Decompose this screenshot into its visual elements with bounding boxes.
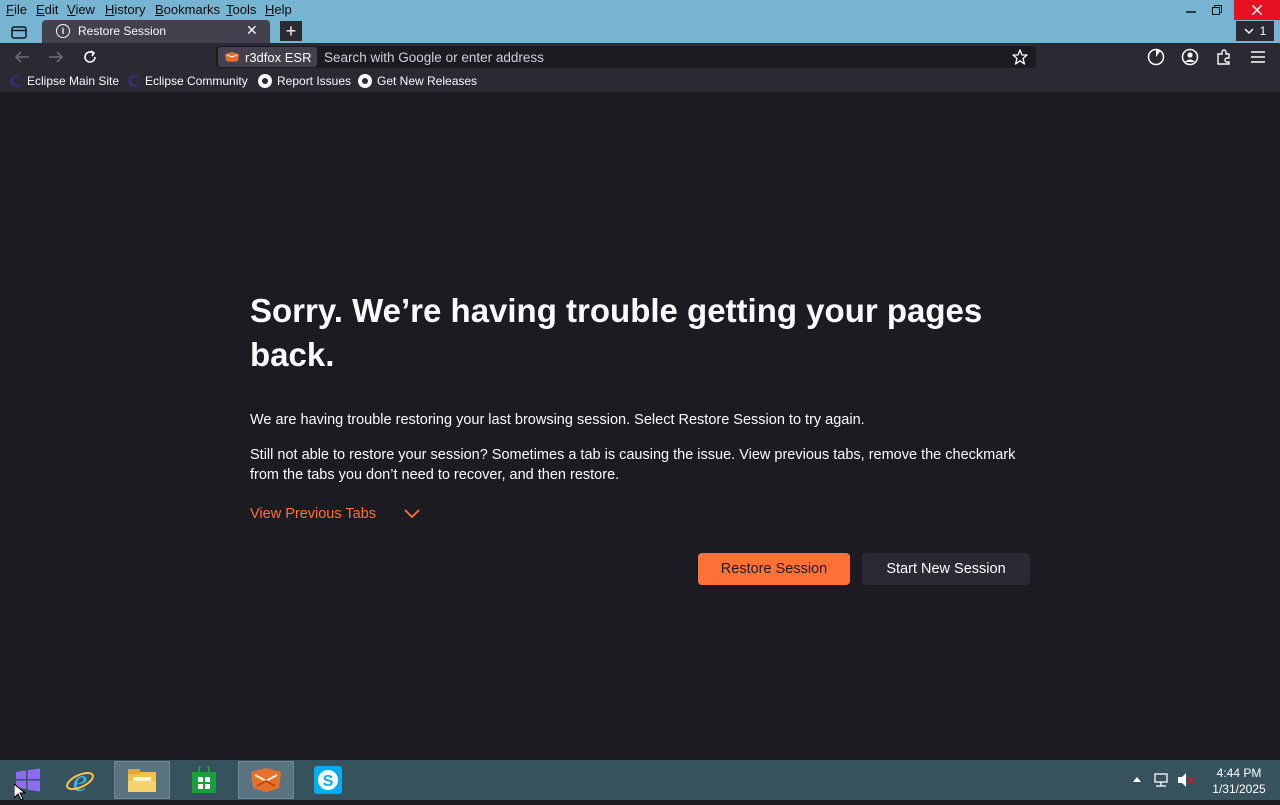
page-title: Sorry. We’re having trouble getting your… [250,292,983,373]
menu-file[interactable]: File [6,2,27,17]
chevron-down-icon [1244,27,1254,34]
back-arrow-icon [14,51,29,63]
mouse-cursor [13,782,27,805]
view-previous-tabs-toggle[interactable]: View Previous Tabs [250,506,420,522]
page-content: Sorry. We’re having trouble getting your… [0,92,1280,760]
skype-icon: S [314,766,342,794]
minimize-icon [1186,11,1196,13]
restore-button[interactable] [1200,0,1234,20]
r3dfox-icon [251,768,281,792]
chevron-up-icon [1133,777,1141,782]
menu-bookmarks[interactable]: Bookmarks [155,2,220,17]
timer-icon [1147,48,1165,66]
volume-muted-icon [1178,773,1194,787]
tab-overview-icon [11,26,27,39]
taskbar-store[interactable] [176,761,232,799]
volume-tray-button[interactable] [1176,772,1196,788]
reload-icon [84,50,96,63]
close-icon [1252,5,1262,15]
restore-help-text: Still not able to restore your session? … [250,447,1016,483]
url-bar: r3dfox ESR [216,46,1036,68]
reload-button[interactable] [74,43,106,71]
list-all-tabs-button[interactable]: 1 [1236,21,1274,41]
bookmark-label: Eclipse Main Site [27,74,120,88]
svg-text:S: S [323,773,334,790]
identity-box[interactable]: r3dfox ESR [218,47,318,67]
forward-arrow-icon [49,51,64,63]
taskbar-skype[interactable]: S [300,761,356,799]
bookmark-label: Report Issues [277,74,352,88]
extensions-button[interactable] [1208,43,1240,71]
restore-icon [1212,5,1222,15]
cursor-icon [13,782,27,801]
taskbar-file-explorer[interactable] [114,761,170,799]
identity-label: r3dfox ESR [245,49,312,65]
view-previous-tabs-label: View Previous Tabs [250,506,377,522]
back-button[interactable] [6,43,38,71]
menu-history[interactable]: History [105,2,145,17]
bookmark-eclipse-community[interactable]: Eclipse Community [128,74,248,88]
info-icon: i [56,24,70,38]
puzzle-icon [1217,49,1230,65]
network-icon [1154,773,1168,787]
taskbar-r3dfox[interactable] [238,761,294,799]
bookmark-eclipse-main-site[interactable]: Eclipse Main Site [10,74,119,88]
tab-title: Restore Session [78,24,167,38]
tab-count: 1 [1259,24,1267,38]
taskbar-clock[interactable]: 4:44 PM 1/31/2025 [1206,765,1272,797]
new-tab-button[interactable]: + [280,21,302,41]
internet-explorer-icon: e [66,765,94,795]
clock-date: 1/31/2025 [1212,782,1266,796]
start-button[interactable] [0,761,56,799]
menu-help[interactable]: Help [265,2,292,17]
clock-time: 4:44 PM [1216,766,1262,780]
app-menu-button[interactable] [1242,43,1274,71]
start-new-session-button[interactable]: Start New Session [862,553,1030,585]
bookmark-label: Eclipse Community [145,74,248,88]
github-icon [258,74,272,88]
tab-restore-session[interactable]: i Restore Session ✕ [42,20,270,43]
bookmarks-toolbar: Eclipse Main Site Eclipse Community Repo… [0,71,1280,92]
chevron-down-icon [404,509,420,519]
eclipse-icon [10,75,22,87]
taskbar-internet-explorer[interactable]: e [52,761,108,799]
account-icon [1181,48,1199,66]
svg-text:e: e [73,765,87,795]
menu-edit[interactable]: Edit [36,2,58,17]
bookmark-star-button[interactable] [1010,47,1030,67]
menu-view[interactable]: View [67,2,95,17]
taskbar: e S 4:44 PM 1/31/2025 [0,760,1280,800]
forward-button[interactable] [40,43,72,71]
address-input[interactable] [324,46,974,68]
close-window-button[interactable] [1234,0,1280,20]
performance-button[interactable] [1140,43,1172,71]
tray-overflow-button[interactable] [1130,774,1144,786]
eclipse-icon [128,75,140,87]
bookmark-get-new-releases[interactable]: Get New Releases [358,74,477,88]
tab-close-icon[interactable]: ✕ [246,22,258,39]
restore-session-button[interactable]: Restore Session [698,553,850,585]
hamburger-icon [1251,51,1265,63]
menu-bar: File Edit View History Bookmarks Tools H… [0,0,1280,20]
account-button[interactable] [1174,43,1206,71]
menu-tools[interactable]: Tools [226,2,256,17]
store-icon [192,766,216,793]
restore-description: We are having trouble restoring your las… [250,412,865,428]
star-icon [1012,49,1028,65]
firefox-view-button[interactable] [6,22,32,42]
bookmark-report-issues[interactable]: Report Issues [258,74,351,88]
file-explorer-icon [128,769,156,792]
network-tray-button[interactable] [1152,772,1170,788]
github-icon [358,74,372,88]
bookmark-label: Get New Releases [377,74,478,88]
r3dfox-logo-icon [225,52,239,62]
